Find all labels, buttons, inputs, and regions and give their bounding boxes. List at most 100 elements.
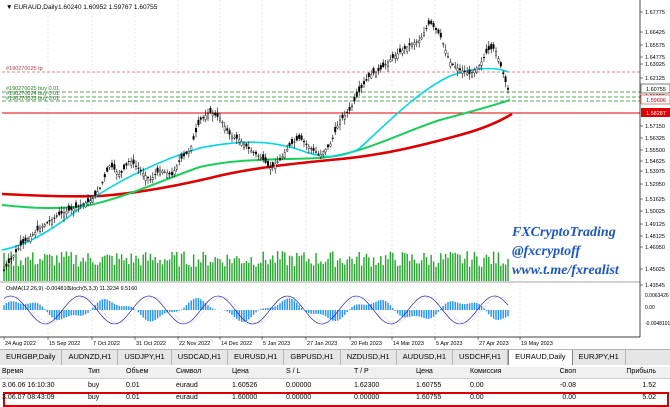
osma-label: OsMA(12,26,9) -0.004810 [6, 286, 70, 292]
tab-usdjpy-h1[interactable]: USDJPY,H1 [118, 350, 171, 365]
chart-area[interactable]: #190270025 tp #190270025 buy 0.01 #19027… [0, 0, 670, 349]
tab-eurusd-h1[interactable]: EURUSD,H1 [228, 350, 284, 365]
candle-body [159, 170, 161, 175]
candle-body [102, 182, 104, 183]
volume-bar [421, 260, 422, 281]
volume-bar [179, 266, 180, 281]
candle-body [238, 140, 240, 143]
candle-body [385, 64, 387, 65]
candle-body [145, 176, 147, 181]
table-row[interactable]: 3.06.06 16:10:30buy0.01euraud1.605260.00… [0, 381, 670, 392]
osma-bar [428, 310, 429, 319]
candle-body [406, 47, 408, 51]
tab-eurgbp-daily[interactable]: EURGBP,Daily [0, 350, 62, 365]
candle-body [337, 126, 339, 128]
osma-bar [313, 310, 314, 314]
candle-body [27, 239, 29, 241]
osma-bar [476, 303, 477, 310]
osma-bar [164, 310, 165, 313]
volume-bar [450, 252, 451, 281]
candle-body [318, 154, 320, 155]
osma-bar [505, 310, 506, 317]
osma-bar [488, 310, 489, 314]
volume-bar [483, 258, 484, 281]
volume-bar [359, 252, 360, 281]
volume-bar [131, 254, 132, 281]
candle-body [339, 120, 341, 125]
volume-bar [195, 267, 196, 281]
volume-bar [145, 252, 146, 281]
tab-eurjpy-h1[interactable]: EURJPY,H1 [573, 350, 626, 365]
osma-bar [80, 310, 81, 316]
candle-body [464, 71, 466, 72]
candle-body [164, 172, 166, 173]
candle-body [358, 87, 360, 92]
candle-body [222, 122, 224, 123]
volume-bar [241, 263, 242, 281]
osma-bar [6, 303, 7, 310]
candle-body [298, 135, 300, 139]
candle-body [133, 160, 135, 164]
candle-body [255, 152, 257, 154]
current-price-badge: 1.60755 [641, 84, 670, 93]
candle-body [301, 136, 303, 140]
tab-audusd-h1[interactable]: AUDUSD,H1 [397, 350, 453, 365]
volume-bar [104, 256, 105, 281]
osma-bar [71, 310, 72, 315]
volume-bar [397, 266, 398, 281]
volume-bar [200, 262, 201, 281]
osma-bar [162, 310, 163, 315]
candle-body [219, 118, 221, 121]
chart-canvas[interactable]: #190270025 tp #190270025 buy 0.01 #19027… [0, 0, 670, 349]
candle-body [346, 112, 348, 113]
tab-usdchf-h1[interactable]: USDCHF,H1 [453, 350, 508, 365]
candle-body [332, 138, 334, 139]
candle-body [80, 205, 82, 206]
osma-bar [464, 304, 465, 310]
volume-bar [481, 267, 482, 281]
volume-bar [399, 265, 400, 281]
candle-body [85, 203, 87, 207]
volume-bar [30, 260, 31, 281]
tp-label: #190270025 tp [6, 66, 43, 72]
candle-body [286, 149, 288, 151]
tab-nzdusd-h1[interactable]: NZDUSD,H1 [341, 350, 397, 365]
osma-bar [140, 310, 141, 315]
price-tick-label: 1.55500 [645, 148, 665, 154]
volume-bar [380, 256, 381, 281]
volume-bar [486, 255, 487, 281]
price-tick-label: 1.54625 [645, 159, 665, 165]
candle-body [356, 92, 358, 96]
volume-bar [284, 252, 285, 281]
candle-body [466, 73, 468, 75]
date-tick-label: 14 Mar 2023 [393, 341, 424, 347]
candle-body [121, 171, 123, 172]
osma-bar [155, 310, 156, 320]
date-tick-label: 5 Jan 2023 [263, 341, 290, 347]
osma-bar [215, 309, 216, 310]
candle-body [135, 166, 137, 167]
volume-bar [61, 252, 62, 281]
tab-euraud-daily[interactable]: EURAUD,Daily [508, 350, 572, 366]
column-header: Время [2, 368, 23, 375]
table-row[interactable]: 3.06.07 08:43:09buy0.01euraud1.600000.00… [0, 393, 670, 404]
candle-body [128, 161, 130, 162]
volume-bar [107, 255, 108, 281]
volume-bar [49, 254, 50, 281]
candle-body [30, 237, 32, 242]
volume-bar [227, 255, 228, 281]
tab-audnzd-h1[interactable]: AUDNZD,H1 [62, 350, 118, 365]
price-tick-label: 1.57150 [645, 124, 665, 130]
candle-body [171, 172, 173, 175]
candle-body [272, 162, 274, 165]
tab-usdcad-h1[interactable]: USDCAD,H1 [172, 350, 228, 365]
tab-gbpusd-h1[interactable]: GBPUSD,H1 [284, 350, 340, 365]
volume-bar [92, 262, 93, 281]
volume-bar [426, 257, 427, 281]
volume-bar [39, 259, 40, 281]
volume-bar [313, 265, 314, 281]
osma-bar [284, 300, 285, 310]
osma-bar [491, 310, 492, 317]
candle-body [78, 206, 80, 207]
volume-bar [78, 267, 79, 281]
